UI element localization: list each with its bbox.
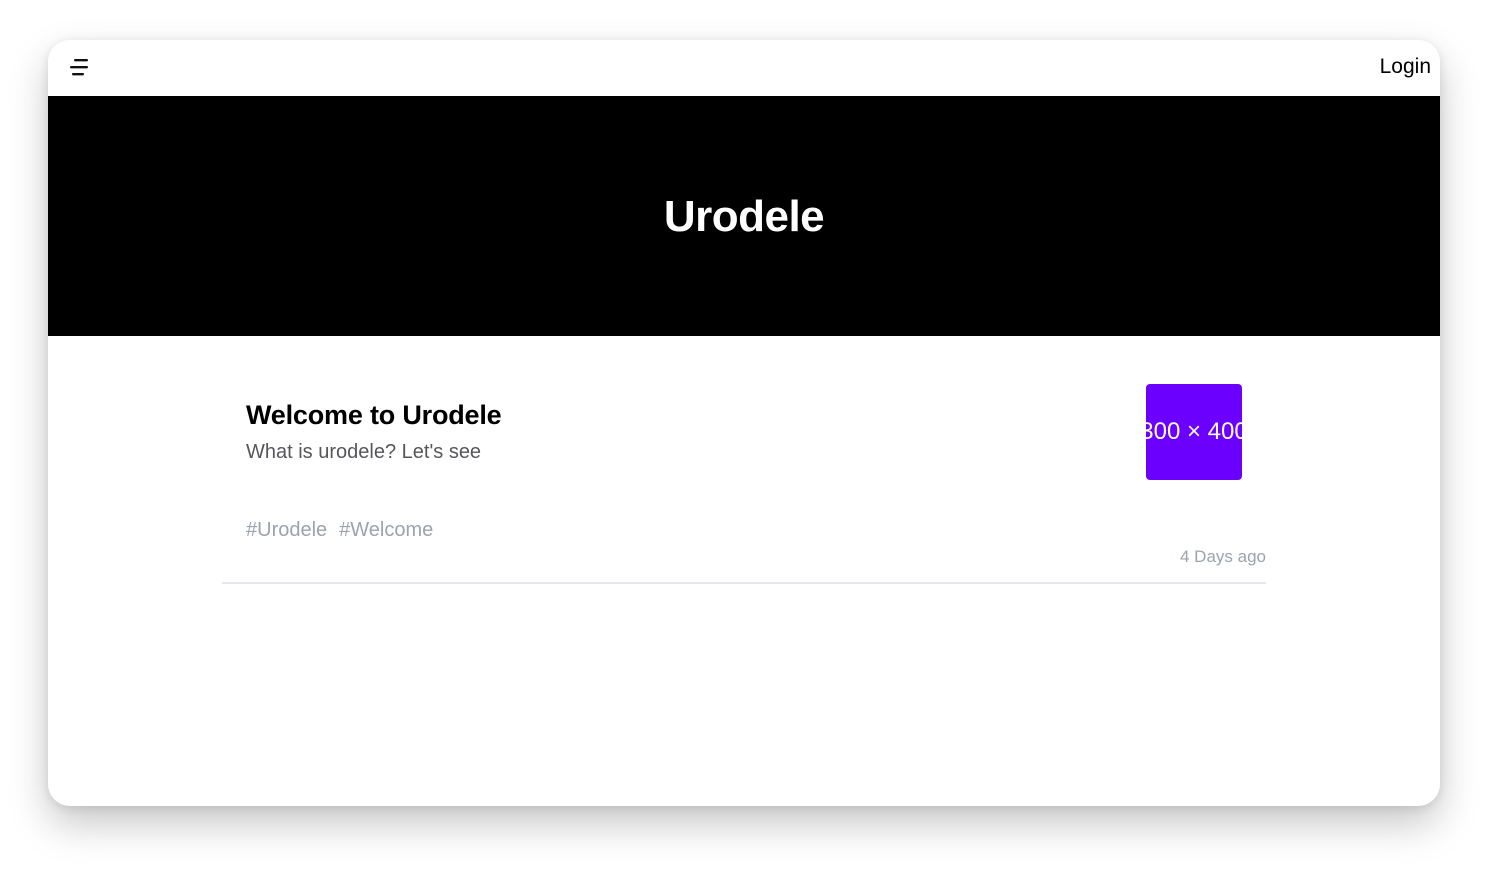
hamburger-menu-icon[interactable]: [68, 55, 94, 81]
post-card[interactable]: Welcome to Urodele What is urodele? Let'…: [222, 336, 1266, 584]
site-title: Urodele: [663, 192, 825, 241]
post-thumbnail[interactable]: 300 × 400: [1146, 384, 1242, 480]
post-title[interactable]: Welcome to Urodele: [246, 400, 502, 431]
top-navigation-bar: Login: [48, 40, 1440, 96]
login-link[interactable]: Login: [1380, 55, 1431, 79]
tag-welcome[interactable]: #Welcome: [339, 519, 433, 542]
post-tags: #Urodele #Welcome: [246, 519, 433, 542]
thumbnail-placeholder-text: 300 × 400: [1146, 418, 1242, 445]
hero-banner: Urodele: [48, 96, 1440, 336]
tag-urodele[interactable]: #Urodele: [246, 519, 327, 542]
post-timestamp: 4 Days ago: [1180, 547, 1266, 566]
post-subtitle: What is urodele? Let's see: [246, 441, 482, 463]
app-window: Login Urodele Welcome to Urodele What is…: [48, 40, 1440, 806]
